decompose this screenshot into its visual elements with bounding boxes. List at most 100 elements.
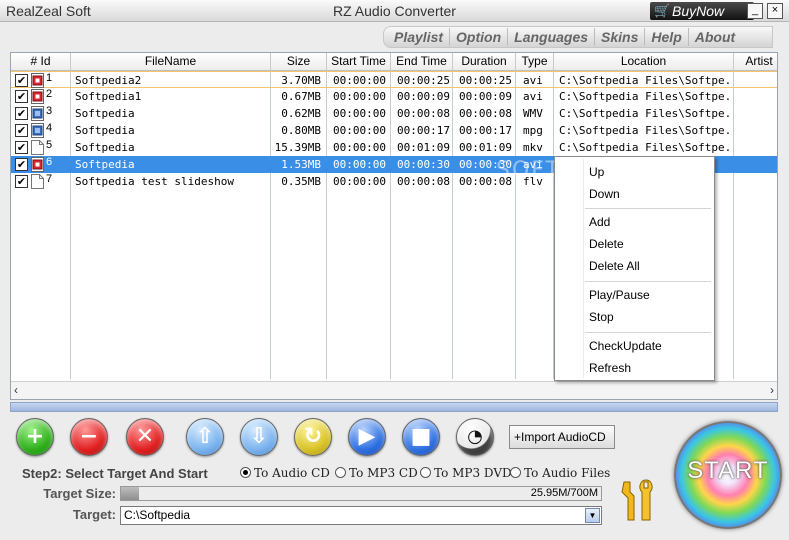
cell-location: C:\Softpedia Files\Softpe... bbox=[559, 74, 731, 87]
radio-to-audio-files[interactable]: To Audio Files bbox=[510, 466, 610, 482]
scroll-right-icon[interactable]: › bbox=[770, 383, 774, 397]
row-checkbox[interactable]: ✔ bbox=[15, 158, 28, 171]
move-down-button[interactable]: ⇩ bbox=[240, 418, 278, 456]
cell-type: flv bbox=[523, 175, 543, 188]
cell-end: 00:00:09 bbox=[397, 90, 450, 103]
clock-icon: ◔ bbox=[467, 426, 483, 447]
cell-type: mpg bbox=[523, 124, 543, 137]
row-checkbox[interactable]: ✔ bbox=[15, 107, 28, 120]
move-up-button[interactable]: ⇧ bbox=[186, 418, 224, 456]
remove-button[interactable]: − bbox=[70, 418, 108, 456]
menu-bar: Playlist Option Languages Skins Help Abo… bbox=[383, 26, 773, 48]
timer-button[interactable]: ◔ bbox=[456, 418, 494, 456]
row-checkbox[interactable]: ✔ bbox=[15, 175, 28, 188]
row-id: 7 bbox=[46, 173, 53, 185]
target-dropdown[interactable]: C:\Softpedia ▼ bbox=[120, 506, 602, 525]
ctx-delete-all[interactable]: Delete All bbox=[589, 259, 640, 273]
cell-size: 0.80MB bbox=[281, 124, 321, 137]
row-id: 3 bbox=[46, 105, 53, 117]
brand-name: RealZeal Soft bbox=[6, 3, 91, 19]
target-size-label: Target Size: bbox=[43, 486, 116, 501]
ctx-refresh[interactable]: Refresh bbox=[589, 361, 631, 375]
menu-languages[interactable]: Languages bbox=[508, 28, 596, 46]
cell-start: 00:00:00 bbox=[333, 175, 386, 188]
table-row[interactable]: ✔ 3 Softpedia 0.62MB 00:00:00 00:00:08 00:00:0… bbox=[11, 105, 777, 122]
col-type[interactable]: Type bbox=[516, 53, 554, 71]
cell-location: C:\Softpedia Files\Softpe... bbox=[559, 141, 731, 154]
close-button[interactable]: × bbox=[767, 3, 783, 19]
ctx-down[interactable]: Down bbox=[589, 187, 620, 201]
menu-help[interactable]: Help bbox=[645, 28, 689, 46]
settings-tools-icon[interactable] bbox=[616, 476, 662, 524]
cell-filename: Softpedia bbox=[75, 158, 135, 171]
chevron-down-icon[interactable]: ▼ bbox=[585, 508, 600, 523]
target-size-text: 25.95M/700M bbox=[530, 487, 598, 499]
table-row[interactable]: ✔ 4 Softpedia 0.80MB 00:00:00 00:00:17 00:00:1… bbox=[11, 122, 777, 139]
cell-filename: Softpedia bbox=[75, 124, 135, 137]
table-row[interactable]: ✔ 5 Softpedia 15.39MB 00:00:00 00:01:09 00:01:… bbox=[11, 139, 777, 156]
delete-button[interactable]: ✕ bbox=[126, 418, 164, 456]
menu-about[interactable]: About bbox=[689, 28, 741, 46]
row-checkbox[interactable]: ✔ bbox=[15, 124, 28, 137]
col-filename[interactable]: FileName bbox=[71, 53, 271, 71]
cell-location: C:\Softpedia Files\Softpe... bbox=[559, 90, 731, 103]
context-menu: Up Down Add Delete Delete All Play/Pause… bbox=[554, 156, 715, 381]
menu-skins[interactable]: Skins bbox=[595, 28, 646, 46]
x-icon: ✕ bbox=[135, 424, 155, 449]
cell-type: avi bbox=[523, 90, 543, 103]
import-audiocd-button[interactable]: +Import AudioCD bbox=[509, 425, 615, 449]
cell-location: C:\Softpedia Files\Softpe... bbox=[559, 124, 731, 137]
cell-size: 15.39MB bbox=[274, 141, 321, 154]
cart-icon: 🛒 bbox=[654, 3, 671, 18]
col-duration[interactable]: Duration bbox=[453, 53, 516, 71]
target-size-fill bbox=[121, 487, 139, 500]
col-location[interactable]: Location bbox=[554, 53, 734, 71]
radio-to-mp3-dvd[interactable]: To MP3 DVD bbox=[420, 466, 512, 482]
ctx-up[interactable]: Up bbox=[589, 165, 604, 179]
col-start-time[interactable]: Start Time bbox=[327, 53, 391, 71]
row-checkbox[interactable]: ✔ bbox=[15, 90, 28, 103]
cell-end: 00:00:08 bbox=[397, 175, 450, 188]
plus-icon: + bbox=[25, 424, 45, 449]
horizontal-scrollbar[interactable]: ‹ › bbox=[11, 381, 777, 399]
ctx-play-pause[interactable]: Play/Pause bbox=[589, 288, 650, 302]
cell-start: 00:00:00 bbox=[333, 124, 386, 137]
buy-now-button[interactable]: 🛒 BuyNow bbox=[650, 2, 754, 20]
col-id[interactable]: # Id bbox=[11, 53, 71, 71]
buy-now-label: BuyNow bbox=[672, 3, 725, 19]
row-checkbox[interactable]: ✔ bbox=[15, 141, 28, 154]
stop-button[interactable]: ■ bbox=[402, 418, 440, 456]
blank-file-icon bbox=[31, 140, 44, 155]
cell-type: mkv bbox=[523, 141, 543, 154]
radio-to-mp3-cd[interactable]: To MP3 CD bbox=[335, 466, 418, 482]
refresh-button[interactable]: ↻ bbox=[294, 418, 332, 456]
cell-start: 00:00:00 bbox=[333, 107, 386, 120]
radio-to-audio-cd[interactable]: To Audio CD bbox=[240, 466, 330, 482]
table-row[interactable]: ✔ 2 Softpedia1 0.67MB 00:00:00 00:00:09 00:00:… bbox=[11, 88, 777, 105]
ctx-check-update[interactable]: CheckUpdate bbox=[589, 339, 662, 353]
cell-filename: Softpedia bbox=[75, 107, 135, 120]
minimize-button[interactable]: _ bbox=[747, 3, 763, 19]
row-id: 5 bbox=[46, 139, 53, 151]
col-size[interactable]: Size bbox=[271, 53, 327, 71]
cell-location: C:\Softpedia Files\Softpe... bbox=[559, 107, 731, 120]
menu-playlist[interactable]: Playlist bbox=[388, 28, 451, 46]
col-end-time[interactable]: End Time bbox=[391, 53, 453, 71]
ctx-stop[interactable]: Stop bbox=[589, 310, 614, 324]
col-artist[interactable]: Artist bbox=[734, 53, 777, 71]
cell-duration: 00:00:17 bbox=[459, 124, 512, 137]
ctx-add[interactable]: Add bbox=[589, 215, 610, 229]
row-checkbox[interactable]: ✔ bbox=[15, 74, 28, 87]
cell-size: 1.53MB bbox=[281, 158, 321, 171]
scroll-left-icon[interactable]: ‹ bbox=[14, 383, 18, 397]
video-file-icon bbox=[31, 157, 44, 172]
minus-icon: − bbox=[79, 424, 99, 449]
cell-duration: 00:00:25 bbox=[459, 74, 512, 87]
arrow-down-icon: ⇩ bbox=[249, 424, 269, 449]
cell-start: 00:00:00 bbox=[333, 90, 386, 103]
ctx-delete[interactable]: Delete bbox=[589, 237, 624, 251]
play-button[interactable]: ▶ bbox=[348, 418, 386, 456]
add-button[interactable]: + bbox=[16, 418, 54, 456]
table-row[interactable]: ✔ 1 Softpedia2 3.70MB 00:00:00 00:00:25 00:00:… bbox=[11, 71, 777, 88]
menu-option[interactable]: Option bbox=[450, 28, 509, 46]
